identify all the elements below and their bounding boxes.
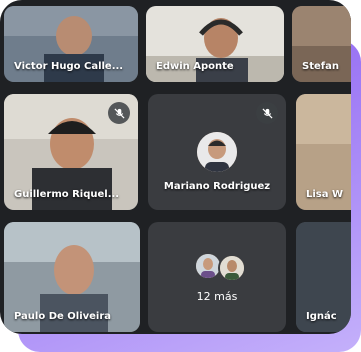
mic-off-icon (108, 102, 130, 124)
participant-tile-mariano[interactable]: Mariano Rodriguez (148, 94, 286, 210)
overflow-tile[interactable]: 12 más (148, 222, 286, 332)
mic-off-icon (256, 102, 278, 124)
participant-name: Ignác (306, 311, 337, 322)
avatar (218, 254, 246, 282)
avatar (197, 132, 237, 172)
participant-tile-victor[interactable]: Victor Hugo Calle... (4, 6, 138, 82)
participant-name: Edwin Aponte (156, 61, 234, 72)
participant-tile-edwin[interactable]: Edwin Aponte (146, 6, 284, 82)
participant-name: Mariano Rodriguez (163, 181, 271, 192)
participant-tile-lisa[interactable]: Lisa W (296, 94, 351, 210)
meeting-grid: Victor Hugo Calle... Edwin Aponte Stefan (0, 0, 351, 334)
avatar (196, 254, 220, 278)
participant-name: Guillermo Riquel... (14, 189, 120, 200)
participant-name: Lisa W (306, 189, 344, 200)
participant-name: Victor Hugo Calle... (14, 61, 124, 72)
participant-tile-paulo[interactable]: Paulo De Oliveira (4, 222, 140, 332)
participant-tile-stefan[interactable]: Stefan (292, 6, 351, 82)
overflow-count: 12 más (196, 290, 238, 303)
participant-tile-ignac[interactable]: Ignác (296, 222, 351, 332)
participant-tile-guillermo[interactable]: Guillermo Riquel... (4, 94, 138, 210)
participant-name: Paulo De Oliveira (14, 311, 112, 322)
participant-name: Stefan (302, 61, 339, 72)
